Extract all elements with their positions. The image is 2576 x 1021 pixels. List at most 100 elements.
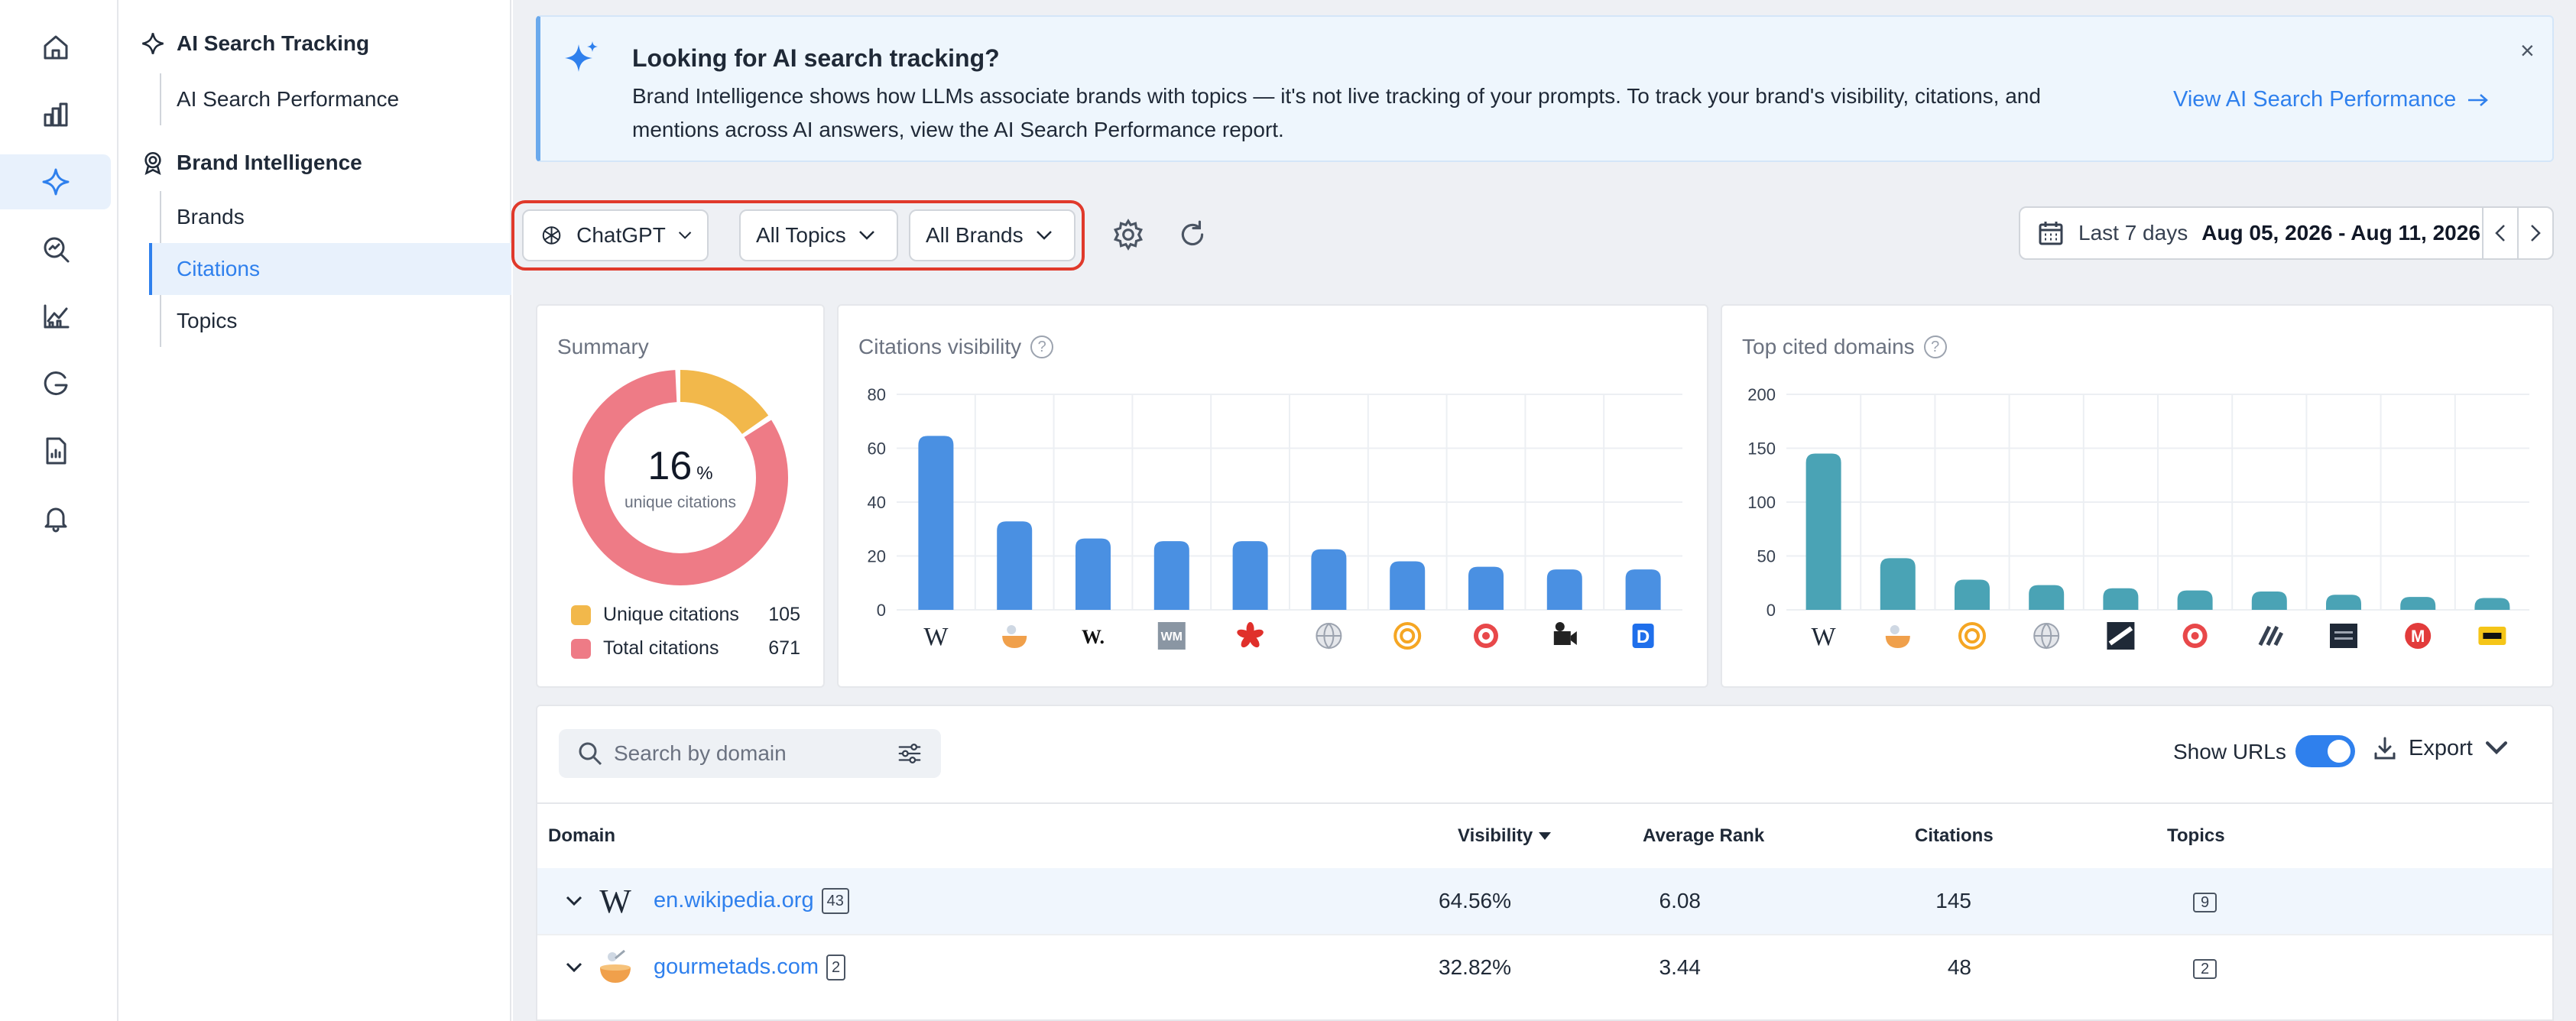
rail-analytics[interactable] bbox=[0, 289, 111, 344]
topics-dropdown[interactable]: All Topics bbox=[739, 209, 898, 261]
banner-link-label: View AI Search Performance bbox=[2173, 87, 2457, 112]
donut-center-label: 16% unique citations bbox=[569, 367, 791, 588]
next-period-button[interactable] bbox=[2517, 208, 2552, 258]
nav-item-ai-search-performance[interactable]: AI Search Performance bbox=[149, 73, 511, 125]
rail-reports[interactable] bbox=[0, 423, 111, 478]
globe-logo-icon bbox=[1316, 623, 1342, 650]
imdb-logo-icon bbox=[2478, 627, 2506, 645]
refresh-button[interactable] bbox=[1173, 216, 1212, 254]
banner-text-line: mentions across AI answers, view the AI … bbox=[632, 118, 1284, 141]
topics-badge[interactable]: 2 bbox=[2193, 959, 2218, 979]
bar[interactable] bbox=[1468, 566, 1504, 610]
topics-badge[interactable]: 9 bbox=[2193, 893, 2218, 912]
table-row[interactable]: gourmetads.com 2 32.82% 3.44 48 2 bbox=[537, 934, 2552, 1000]
bar[interactable] bbox=[2326, 595, 2361, 610]
previous-period-button[interactable] bbox=[2482, 208, 2517, 258]
visibility-cell: 64.56% bbox=[1439, 889, 1511, 912]
view-ai-search-performance-link[interactable]: View AI Search Performance bbox=[2173, 87, 2490, 112]
sliders-icon[interactable] bbox=[897, 741, 923, 767]
date-range-picker[interactable]: Last 7 days Aug 05, 2026 - Aug 11, 2026 bbox=[2019, 206, 2554, 260]
bar[interactable] bbox=[1546, 569, 1582, 610]
bar[interactable] bbox=[997, 521, 1033, 610]
settings-button[interactable] bbox=[1109, 216, 1147, 254]
nav-item-citations[interactable]: Citations bbox=[149, 243, 511, 295]
stripes-logo-icon bbox=[2258, 625, 2284, 647]
topics-dropdown-label: All Topics bbox=[756, 223, 846, 247]
export-button[interactable]: Export bbox=[2372, 735, 2509, 761]
bar[interactable] bbox=[1625, 569, 1661, 610]
wikipedia-logo-icon: W bbox=[923, 623, 949, 651]
nav-item-topics[interactable]: Topics bbox=[149, 295, 511, 347]
bar[interactable] bbox=[1153, 541, 1189, 610]
rail-alerts[interactable] bbox=[0, 491, 111, 546]
bar[interactable] bbox=[2029, 585, 2065, 610]
bar[interactable] bbox=[2474, 598, 2510, 610]
wikipedia-logo-icon: W bbox=[599, 882, 631, 920]
rail-google[interactable] bbox=[0, 356, 111, 411]
bar[interactable] bbox=[918, 436, 954, 610]
bar[interactable] bbox=[1311, 549, 1347, 610]
citations-cell: 48 bbox=[1947, 955, 1971, 979]
bar[interactable] bbox=[1880, 558, 1916, 610]
legend-label: Unique citations bbox=[603, 604, 739, 625]
column-header-average-rank[interactable]: Average Rank bbox=[1643, 825, 1764, 847]
visibility-cell: 32.82% bbox=[1439, 955, 1511, 979]
citations-visibility-card: Citations visibility ? 0 20 40 60 80 W W. WM D bbox=[837, 304, 1708, 688]
nav-group-ai-search-tracking[interactable]: AI Search Tracking bbox=[140, 31, 369, 57]
domain-search-box[interactable]: Search by domain bbox=[559, 729, 941, 778]
rail-ai-search[interactable] bbox=[0, 154, 111, 209]
bar[interactable] bbox=[1232, 541, 1268, 610]
column-header-domain[interactable]: Domain bbox=[548, 825, 615, 847]
table-row[interactable]: W en.wikipedia.org 43 64.56% 6.08 145 9 bbox=[537, 868, 2552, 934]
legend-value: 671 bbox=[768, 637, 800, 659]
y-tick-label: 40 bbox=[868, 493, 886, 512]
icon-rail bbox=[0, 0, 118, 1021]
chevron-down-icon[interactable] bbox=[563, 960, 585, 975]
bar[interactable] bbox=[2251, 592, 2287, 610]
legend-label: Total citations bbox=[603, 637, 719, 659]
url-count-badge[interactable]: 2 bbox=[826, 955, 846, 981]
summary-donut: 16% unique citations bbox=[569, 367, 791, 588]
show-urls-toggle[interactable] bbox=[2295, 735, 2355, 767]
refresh-icon bbox=[1181, 220, 1204, 246]
bar[interactable] bbox=[2177, 590, 2213, 610]
spiral-logo-icon bbox=[1393, 622, 1422, 650]
bar[interactable] bbox=[2103, 588, 2139, 610]
show-urls-label: Show URLs bbox=[2173, 740, 2286, 763]
nav-group-brand-intelligence[interactable]: Brand Intelligence bbox=[140, 150, 362, 176]
legend-swatch bbox=[571, 604, 591, 625]
bar[interactable] bbox=[1955, 579, 1990, 610]
chevron-down-icon bbox=[1036, 231, 1052, 240]
citations-cell: 145 bbox=[1935, 889, 1971, 912]
search-input[interactable]: Search by domain bbox=[614, 741, 897, 766]
rail-search-analytics[interactable] bbox=[0, 222, 111, 277]
table-header: Domain Visibility Average Rank Citations… bbox=[537, 802, 2552, 868]
close-banner-button[interactable]: × bbox=[2520, 37, 2535, 65]
domain-link[interactable]: gourmetads.com bbox=[654, 955, 819, 979]
bar[interactable] bbox=[2400, 597, 2436, 610]
percent-unit: % bbox=[696, 463, 713, 484]
column-header-citations[interactable]: Citations bbox=[1915, 825, 1994, 847]
gear-icon bbox=[1113, 219, 1144, 251]
info-banner: Looking for AI search tracking? Brand In… bbox=[536, 15, 2554, 162]
chevron-down-icon[interactable] bbox=[563, 893, 585, 909]
domain-link[interactable]: en.wikipedia.org bbox=[654, 888, 814, 912]
banner-text: Brand Intelligence shows how LLMs associ… bbox=[632, 79, 2130, 147]
rail-dashboard[interactable] bbox=[0, 87, 111, 142]
citations-table-card: Search by domain Show URLs Export Domain… bbox=[536, 705, 2554, 1021]
nav-item-brands[interactable]: Brands bbox=[149, 191, 511, 243]
bar[interactable] bbox=[1805, 453, 1841, 610]
url-count-badge[interactable]: 43 bbox=[821, 888, 849, 915]
column-header-visibility[interactable]: Visibility bbox=[1458, 825, 1552, 847]
rail-home[interactable] bbox=[0, 20, 111, 75]
chevron-down-icon bbox=[2485, 741, 2507, 755]
brands-dropdown[interactable]: All Brands bbox=[909, 209, 1075, 261]
legend-unique-citations: Unique citations 105 bbox=[571, 604, 800, 626]
model-dropdown-label: ChatGPT bbox=[576, 223, 666, 247]
column-header-topics[interactable]: Topics bbox=[2167, 825, 2225, 847]
bar[interactable] bbox=[1390, 561, 1426, 610]
wm-logo-icon: WM bbox=[1157, 622, 1186, 650]
bar[interactable] bbox=[1075, 538, 1111, 610]
nav-item-label: Topics bbox=[177, 309, 238, 332]
model-dropdown[interactable]: ChatGPT bbox=[522, 209, 709, 261]
